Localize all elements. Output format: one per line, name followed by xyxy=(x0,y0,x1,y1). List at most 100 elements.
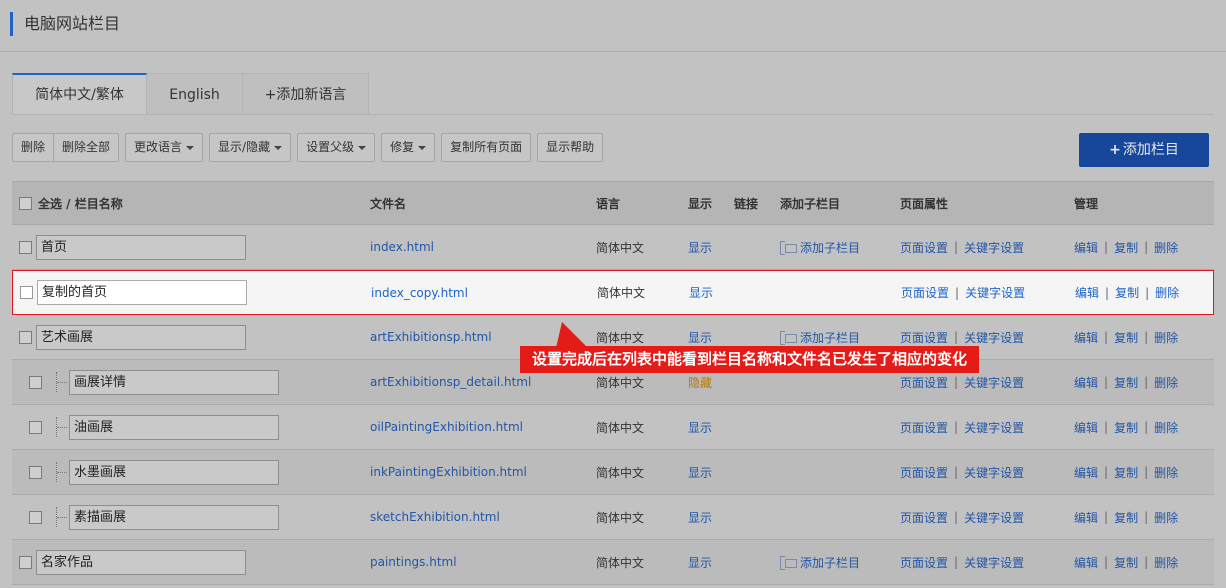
separator: | xyxy=(1144,240,1149,254)
keyword-settings-link[interactable]: 关键字设置 xyxy=(964,239,1024,256)
keyword-settings-link[interactable]: 关键字设置 xyxy=(964,374,1024,391)
copy-link[interactable]: 复制 xyxy=(1114,374,1138,391)
separator: | xyxy=(954,510,959,524)
edit-link[interactable]: 编辑 xyxy=(1074,374,1098,391)
copy-link[interactable]: 复制 xyxy=(1114,239,1138,256)
keyword-settings-link[interactable]: 关键字设置 xyxy=(964,554,1024,571)
separator: | xyxy=(1104,240,1109,254)
row-checkbox[interactable] xyxy=(29,510,42,524)
separator: | xyxy=(1104,555,1109,569)
edit-link[interactable]: 编辑 xyxy=(1074,509,1098,526)
show-help-button[interactable]: 显示帮助 xyxy=(537,133,604,162)
page-settings-link[interactable]: 页面设置 xyxy=(900,509,948,526)
row-checkbox[interactable] xyxy=(19,555,32,569)
display-toggle[interactable]: 显示 xyxy=(688,329,712,346)
repair-dropdown[interactable]: 修复 xyxy=(381,133,436,162)
keyword-settings-link[interactable]: 关键字设置 xyxy=(964,509,1024,526)
change-language-label: 更改语言 xyxy=(134,140,183,154)
column-name-input[interactable]: 素描画展 xyxy=(69,504,279,530)
delete-all-button[interactable]: 删除全部 xyxy=(54,133,120,162)
set-parent-dropdown[interactable]: 设置父级 xyxy=(297,133,376,162)
column-name-input[interactable]: 油画展 xyxy=(69,414,279,440)
display-toggle[interactable]: 显示 xyxy=(688,239,712,256)
row-checkbox[interactable] xyxy=(20,286,33,299)
separator: | xyxy=(1104,465,1109,479)
select-all-checkbox[interactable] xyxy=(19,196,32,210)
row-checkbox[interactable] xyxy=(29,420,42,434)
delete-link[interactable]: 删除 xyxy=(1154,329,1178,346)
row-checkbox[interactable] xyxy=(19,330,32,344)
page-settings-link[interactable]: 页面设置 xyxy=(901,284,949,301)
edit-link[interactable]: 编辑 xyxy=(1074,329,1098,346)
delete-link[interactable]: 删除 xyxy=(1154,554,1178,571)
delete-link[interactable]: 删除 xyxy=(1154,239,1178,256)
page-settings-link[interactable]: 页面设置 xyxy=(900,464,948,481)
separator: | xyxy=(1105,285,1110,300)
page-settings-link[interactable]: 页面设置 xyxy=(900,374,948,391)
filename-link[interactable]: sketchExhibition.html xyxy=(370,510,500,524)
edit-link[interactable]: 编辑 xyxy=(1074,554,1098,571)
tab-english[interactable]: English xyxy=(147,73,243,115)
display-toggle[interactable]: 显示 xyxy=(689,284,713,301)
table-row: 名家作品 paintings.html 简体中文 显示 添加子栏目 页面设置 | 关键字设置 编… xyxy=(12,540,1214,585)
page-settings-link[interactable]: 页面设置 xyxy=(900,419,948,436)
page-settings-link[interactable]: 页面设置 xyxy=(900,554,948,571)
show-hide-dropdown[interactable]: 显示/隐藏 xyxy=(209,133,292,162)
display-toggle[interactable]: 显示 xyxy=(688,419,712,436)
edit-link[interactable]: 编辑 xyxy=(1074,239,1098,256)
toolbar: 删除 删除全部 更改语言 显示/隐藏 设置父级 修复 复制所有页面 显示帮助 xyxy=(12,133,609,162)
add-child-link[interactable]: 添加子栏目 xyxy=(800,329,860,346)
page-settings-link[interactable]: 页面设置 xyxy=(900,239,948,256)
filename-link[interactable]: index_copy.html xyxy=(371,286,468,300)
delete-link[interactable]: 删除 xyxy=(1154,374,1178,391)
filename-link[interactable]: inkPaintingExhibition.html xyxy=(370,465,527,479)
edit-link[interactable]: 编辑 xyxy=(1074,464,1098,481)
filename-link[interactable]: paintings.html xyxy=(370,555,457,569)
copy-link[interactable]: 复制 xyxy=(1114,464,1138,481)
edit-link[interactable]: 编辑 xyxy=(1074,419,1098,436)
display-toggle[interactable]: 显示 xyxy=(688,464,712,481)
row-checkbox[interactable] xyxy=(29,465,42,479)
delete-link[interactable]: 删除 xyxy=(1154,419,1178,436)
display-toggle[interactable]: 显示 xyxy=(688,554,712,571)
copy-link[interactable]: 复制 xyxy=(1114,554,1138,571)
edit-link[interactable]: 编辑 xyxy=(1075,284,1099,301)
display-toggle[interactable]: 隐藏 xyxy=(688,374,712,391)
delete-button[interactable]: 删除 xyxy=(12,133,55,162)
row-checkbox[interactable] xyxy=(29,375,42,389)
add-child-link[interactable]: 添加子栏目 xyxy=(800,239,860,256)
add-column-button[interactable]: + 添加栏目 xyxy=(1079,133,1209,167)
copy-link[interactable]: 复制 xyxy=(1115,284,1139,301)
row-checkbox[interactable] xyxy=(19,240,32,254)
page-settings-link[interactable]: 页面设置 xyxy=(900,329,948,346)
delete-link[interactable]: 删除 xyxy=(1154,464,1178,481)
delete-link[interactable]: 删除 xyxy=(1154,509,1178,526)
change-language-dropdown[interactable]: 更改语言 xyxy=(125,133,204,162)
copy-link[interactable]: 复制 xyxy=(1114,329,1138,346)
column-name-input[interactable]: 名家作品 xyxy=(36,549,246,575)
column-name-input[interactable]: 首页 xyxy=(36,234,246,260)
column-name-input[interactable]: 水墨画展 xyxy=(69,459,279,485)
separator: | xyxy=(954,555,959,569)
copy-link[interactable]: 复制 xyxy=(1114,509,1138,526)
tab-add-language[interactable]: +添加新语言 xyxy=(243,73,369,115)
keyword-settings-link[interactable]: 关键字设置 xyxy=(964,329,1024,346)
filename-link[interactable]: index.html xyxy=(370,240,434,254)
column-name-input[interactable]: 复制的首页 xyxy=(37,280,247,305)
keyword-settings-link[interactable]: 关键字设置 xyxy=(965,284,1025,301)
column-name-input[interactable]: 艺术画展 xyxy=(36,324,246,350)
filename-link[interactable]: artExhibitionsp.html xyxy=(370,330,492,344)
filename-link[interactable]: oilPaintingExhibition.html xyxy=(370,420,523,434)
delete-link[interactable]: 删除 xyxy=(1155,284,1179,301)
add-child-link[interactable]: 添加子栏目 xyxy=(800,554,860,571)
display-toggle[interactable]: 显示 xyxy=(688,509,712,526)
column-name-input[interactable]: 画展详情 xyxy=(69,369,279,395)
filename-link[interactable]: artExhibitionsp_detail.html xyxy=(370,375,531,389)
keyword-settings-link[interactable]: 关键字设置 xyxy=(964,419,1024,436)
keyword-settings-link[interactable]: 关键字设置 xyxy=(964,464,1024,481)
header-divider xyxy=(0,51,1226,52)
copy-link[interactable]: 复制 xyxy=(1114,419,1138,436)
table-row: 油画展 oilPaintingExhibition.html 简体中文 显示 页面设置 |… xyxy=(12,405,1214,450)
copy-all-pages-button[interactable]: 复制所有页面 xyxy=(441,133,532,162)
tab-simplified-chinese[interactable]: 简体中文/繁体 xyxy=(12,73,147,115)
